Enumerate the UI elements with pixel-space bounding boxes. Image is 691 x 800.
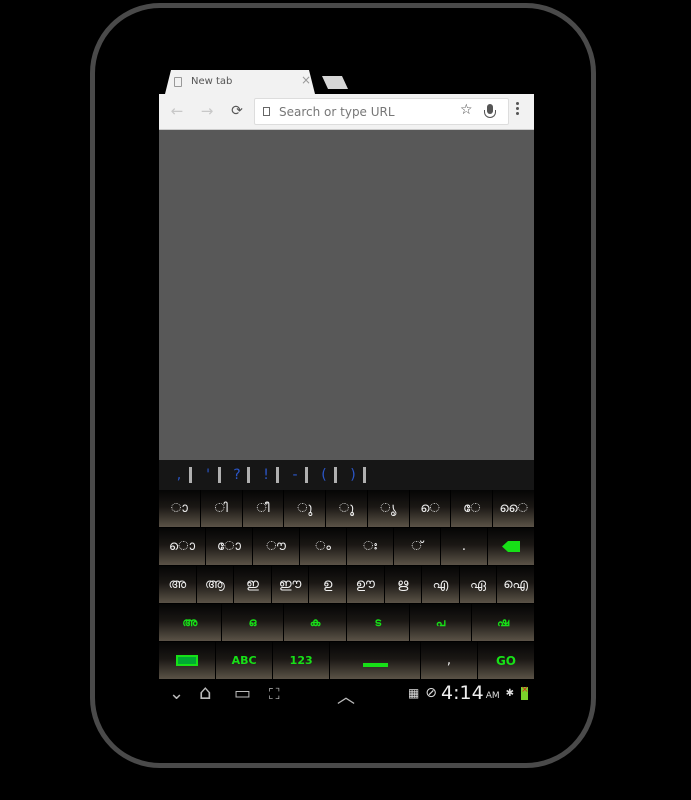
keyboard-row-vowel-signs-1: ാ ി ീ ു ൂ ൃ െ േ ൈ	[159, 490, 535, 527]
hide-keyboard-icon[interactable]: ⌄	[169, 683, 184, 704]
bluetooth-icon: ✱	[505, 687, 514, 699]
key[interactable]: ം	[300, 528, 346, 565]
reload-icon[interactable]: ⟳	[227, 100, 247, 122]
key[interactable]: ൈ	[493, 490, 535, 527]
keyboard-status-icon: ▦	[407, 686, 420, 700]
bookmark-star-icon[interactable]: ☆	[460, 102, 473, 118]
key[interactable]: ഷ	[472, 604, 535, 641]
key[interactable]: ഇ	[234, 566, 271, 603]
key[interactable]: ഊ	[346, 566, 384, 603]
key[interactable]: ീ	[242, 490, 284, 527]
divider	[305, 467, 308, 483]
keyboard-row-vowels: അ ആ ഇ ഈ ഉ ഊ ഋ എ ഏ ഐ	[159, 566, 534, 603]
divider	[276, 467, 279, 483]
system-navigation-bar: ⌄ ⌂ ▭ ⛶ ︿ ▦ ⊘ 4:14 AM ✱	[159, 679, 534, 710]
battery-icon	[521, 685, 529, 700]
forward-arrow-icon[interactable]: →	[197, 100, 217, 122]
suggestion-hyphen[interactable]: -	[285, 467, 305, 483]
divider	[334, 467, 337, 483]
clock-ampm: AM	[485, 691, 500, 701]
recent-apps-icon[interactable]: ▭	[234, 683, 251, 704]
backspace-key[interactable]	[488, 528, 534, 565]
key[interactable]: ൃ	[367, 490, 409, 527]
key[interactable]: ൊ	[159, 528, 205, 565]
keyboard-row-vowel-signs-2: ൊ ോ ൗ ം ഃ ് .	[159, 528, 534, 565]
go-key[interactable]: GO	[477, 642, 535, 679]
divider	[363, 467, 366, 483]
key[interactable]: ക	[284, 604, 347, 641]
key[interactable]: ഃ	[347, 528, 393, 565]
tab-title: New tab	[191, 76, 233, 87]
key[interactable]: ി	[200, 490, 242, 527]
keyboard-row-bottom: ABC 123 , GO	[159, 642, 535, 679]
key[interactable]: ട	[347, 604, 409, 641]
key[interactable]: ഒ	[221, 604, 284, 641]
key[interactable]: അ	[159, 566, 196, 603]
keyboard-switch-key[interactable]	[159, 642, 216, 679]
key[interactable]: എ	[422, 566, 459, 603]
overflow-menu-icon[interactable]	[516, 102, 519, 117]
key[interactable]: ൗ	[253, 528, 299, 565]
key[interactable]: അ	[159, 604, 221, 641]
suggestion-question[interactable]: ?	[227, 467, 247, 483]
key[interactable]: ആ	[196, 566, 234, 603]
up-arrow-icon[interactable]: ︿	[337, 683, 355, 709]
keyboard-row-consonant-groups: അ ഒ ക ട പ ഷ	[159, 604, 535, 641]
page-content	[159, 130, 534, 460]
key[interactable]: ഐ	[497, 566, 534, 603]
url-input[interactable]	[279, 102, 454, 122]
key[interactable]: ഏ	[459, 566, 497, 603]
no-data-icon: ⊘	[425, 685, 438, 701]
home-icon[interactable]: ⌂	[199, 680, 212, 704]
divider	[218, 467, 221, 483]
key[interactable]: ൂ	[326, 490, 367, 527]
suggestion-comma[interactable]: ,	[169, 467, 189, 483]
suggestion-strip: , ' ? ! - ( )	[159, 460, 534, 490]
numbers-key[interactable]: 123	[273, 642, 330, 679]
screen: New tab × ← → ⟳ ☆ , ' ? ! - ( ) ാ ി ീ ു …	[159, 66, 535, 710]
key[interactable]: .	[441, 528, 487, 565]
key[interactable]: ു	[284, 490, 326, 527]
omnibox[interactable]: ☆	[254, 98, 509, 125]
key[interactable]: പ	[409, 604, 472, 641]
divider	[189, 467, 192, 483]
key[interactable]: ാ	[159, 490, 200, 527]
suggestion-open-paren[interactable]: (	[314, 467, 334, 483]
page-icon	[174, 77, 182, 87]
abc-key[interactable]: ABC	[216, 642, 273, 679]
page-icon	[263, 107, 270, 116]
space-icon	[362, 662, 388, 667]
comma-key[interactable]: ,	[420, 642, 477, 679]
suggestion-exclamation[interactable]: !	[256, 467, 276, 483]
status-area[interactable]: ▦ ⊘ 4:14 AM ✱	[407, 682, 529, 704]
microphone-icon[interactable]	[484, 104, 496, 118]
suggestion-apostrophe[interactable]: '	[198, 467, 218, 483]
tab-strip: New tab ×	[159, 66, 534, 94]
backspace-icon	[502, 541, 520, 552]
keyboard-icon	[176, 655, 199, 666]
key[interactable]: ഉ	[309, 566, 346, 603]
clock-time: 4:14	[441, 682, 484, 704]
key[interactable]: ോ	[206, 528, 252, 565]
close-tab-icon[interactable]: ×	[301, 73, 311, 87]
back-arrow-icon[interactable]: ←	[167, 100, 187, 122]
key[interactable]: ഋ	[384, 566, 422, 603]
key[interactable]: േ	[451, 490, 493, 527]
key[interactable]: െ	[409, 490, 451, 527]
new-tab-button[interactable]	[322, 76, 348, 89]
key[interactable]: ്	[394, 528, 440, 565]
screenshot-icon[interactable]: ⛶	[269, 685, 280, 703]
key[interactable]: ഈ	[271, 566, 309, 603]
tab-new-tab[interactable]: New tab ×	[165, 70, 315, 94]
browser-toolbar: ← → ⟳ ☆	[159, 94, 534, 130]
suggestion-close-paren[interactable]: )	[343, 467, 363, 483]
divider	[247, 467, 250, 483]
malayalam-keyboard: ാ ി ീ ു ൂ ൃ െ േ ൈ ൊ ോ ൗ ം ഃ ് . അ ആ ഇ ഈ …	[159, 490, 535, 679]
space-key[interactable]	[330, 642, 420, 679]
